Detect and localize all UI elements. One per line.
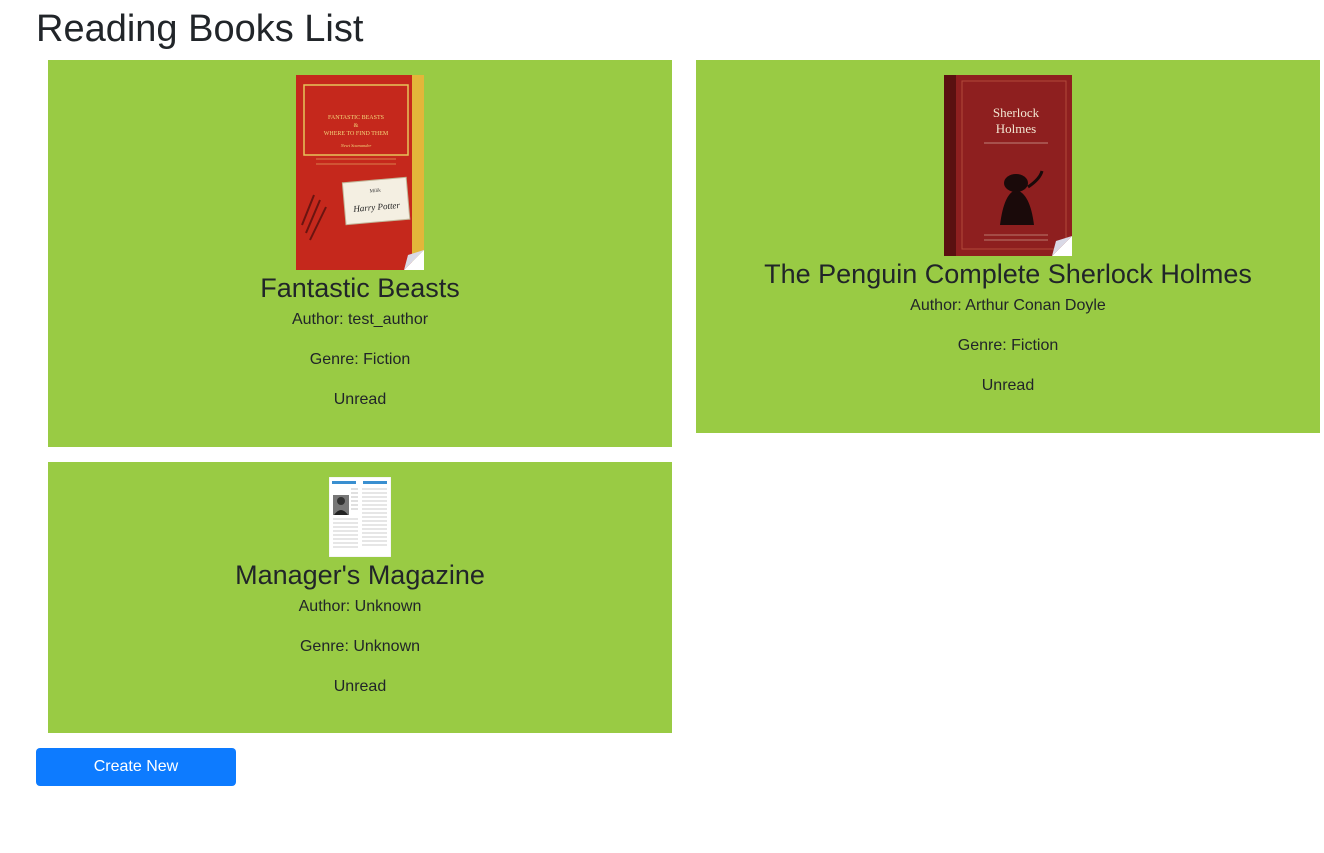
book-status: Unread (333, 391, 387, 408)
book-genre: Genre: Fiction (309, 351, 411, 368)
book-status: Unread (333, 678, 387, 695)
svg-text:FANTASTIC BEASTS: FANTASTIC BEASTS (328, 115, 384, 121)
book-title: Fantastic Beasts (260, 273, 460, 303)
book-author: Author: Arthur Conan Doyle (910, 297, 1106, 314)
book-card: Manager's Magazine Author: Unknown Genre… (48, 462, 672, 733)
book-author: Author: Unknown (298, 598, 422, 615)
book-author: Author: test_author (291, 311, 429, 328)
book-title: The Penguin Complete Sherlock Holmes (764, 259, 1252, 289)
book-cover-image: Sherlock Holmes (944, 75, 1072, 256)
book-title: Manager's Magazine (235, 560, 485, 590)
svg-text:Newt Scamander: Newt Scamander (340, 143, 372, 148)
svg-text:Sherlock: Sherlock (993, 105, 1040, 120)
book-card: FANTASTIC BEASTS & WHERE TO FIND THEM Ne… (48, 60, 672, 447)
svg-text:&: & (354, 123, 359, 129)
book-status: Unread (981, 377, 1035, 394)
book-cover-image (329, 477, 391, 557)
page-title: Reading Books List (36, 8, 364, 50)
svg-text:Milik: Milik (369, 189, 381, 195)
book-genre: Genre: Unknown (299, 638, 421, 655)
book-card: Sherlock Holmes The Penguin Complete She… (696, 60, 1320, 433)
create-new-button[interactable]: Create New (36, 748, 236, 786)
svg-text:Holmes: Holmes (996, 121, 1036, 136)
book-cover-image: FANTASTIC BEASTS & WHERE TO FIND THEM Ne… (296, 75, 424, 270)
book-genre: Genre: Fiction (957, 337, 1059, 354)
svg-text:WHERE TO FIND THEM: WHERE TO FIND THEM (324, 131, 389, 137)
